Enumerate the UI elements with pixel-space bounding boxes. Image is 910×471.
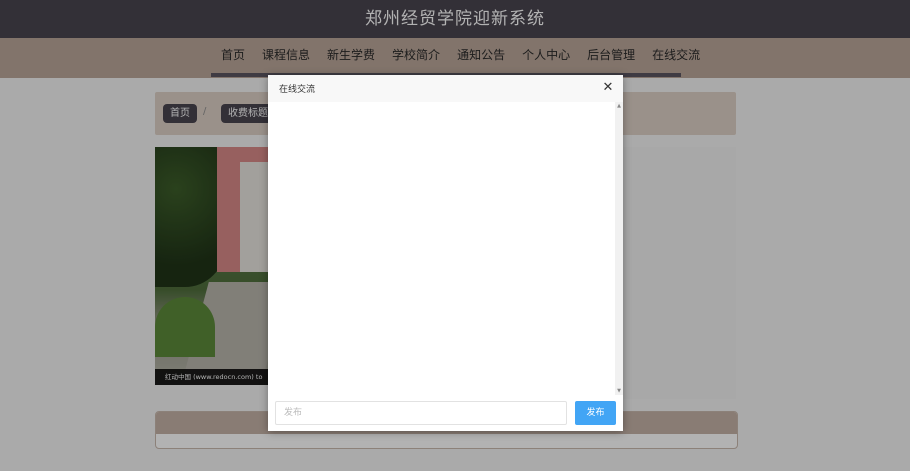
close-icon[interactable]: ✕ [601,81,615,95]
scrollbar[interactable]: ▲ ▼ [615,102,623,395]
dialog-title: 在线交流 [279,85,316,95]
dialog-titlebar: 在线交流 ✕ [268,75,623,103]
scroll-down-icon[interactable]: ▼ [616,388,622,394]
scroll-up-icon[interactable]: ▲ [616,103,622,109]
dialog-footer: 发布 [268,395,623,431]
send-button[interactable]: 发布 [575,401,616,425]
chat-dialog: 在线交流 ✕ ▲ ▼ 发布 [268,75,623,431]
message-input[interactable] [275,401,567,425]
chat-messages-area[interactable]: ▲ ▼ [268,102,623,395]
